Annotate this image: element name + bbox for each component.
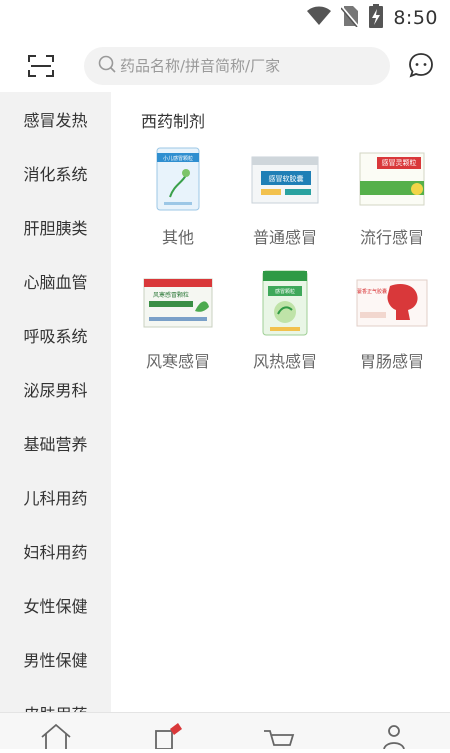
- category-sidebar: 感冒发热 消化系统 肝胆胰类 心脑血管 呼吸系统 泌尿男科 基础营养 儿科用药 …: [0, 92, 111, 712]
- cart-icon: [264, 730, 295, 746]
- product-item-wind-heat[interactable]: 感冒颗粒 风热感冒: [233, 268, 337, 372]
- battery-charging-icon: [369, 4, 384, 32]
- sidebar-item-womens-health[interactable]: 女性保健: [0, 578, 111, 632]
- product-label: 风热感冒: [252, 352, 317, 371]
- product-image: 感冒软胶囊: [233, 144, 337, 214]
- svg-text:小儿感冒颗粒: 小儿感冒颗粒: [163, 155, 193, 162]
- profile-icon: [383, 725, 405, 750]
- scan-button[interactable]: [26, 52, 56, 80]
- sidebar-item-urology[interactable]: 泌尿男科: [0, 362, 111, 416]
- header: [0, 38, 450, 92]
- product-image: 感冒灵颗粒: [340, 144, 444, 214]
- svg-text:感冒灵颗粒: 感冒灵颗粒: [382, 158, 417, 167]
- product-label: 风寒感冒: [145, 352, 210, 371]
- message-button[interactable]: [408, 52, 434, 78]
- product-label: 普通感冒: [252, 228, 317, 247]
- tab-home[interactable]: [36, 719, 76, 749]
- status-time: 8:50: [393, 7, 438, 29]
- sidebar-item-liver-gallbladder[interactable]: 肝胆胰类: [0, 200, 111, 254]
- product-label: 其他: [161, 228, 194, 247]
- tab-profile[interactable]: [374, 719, 414, 750]
- tab-cart[interactable]: [258, 719, 298, 749]
- sidebar-item-nutrition[interactable]: 基础营养: [0, 416, 111, 470]
- product-label: 胃肠感冒: [359, 352, 424, 371]
- svg-text:感冒软胶囊: 感冒软胶囊: [269, 174, 304, 183]
- status-bar: 8:50: [0, 0, 450, 36]
- product-image: 风寒感冒颗粒: [126, 268, 230, 338]
- product-item-flu[interactable]: 感冒灵颗粒 流行感冒: [340, 144, 444, 248]
- sidebar-item-cardio[interactable]: 心脑血管: [0, 254, 111, 308]
- home-icon: [41, 723, 71, 749]
- product-panel: 西药制剂 小儿感冒颗粒 其他 感冒软胶囊 普通感冒 感冒灵颗粒 流行感冒 风寒感…: [111, 92, 450, 712]
- no-sim-icon: [340, 5, 360, 31]
- product-item-wind-cold[interactable]: 风寒感冒颗粒 风寒感冒: [126, 268, 230, 372]
- section-title: 西药制剂: [141, 112, 206, 131]
- svg-text:感冒颗粒: 感冒颗粒: [275, 288, 295, 295]
- product-item-gastro-cold[interactable]: 藿香正气胶囊 胃肠感冒: [340, 268, 444, 372]
- search-icon: [98, 55, 116, 77]
- tab-category[interactable]: [148, 719, 188, 750]
- sidebar-item-gynecology[interactable]: 妇科用药: [0, 524, 111, 578]
- sidebar-item-digestive[interactable]: 消化系统: [0, 146, 111, 200]
- bottom-tab-bar: [0, 712, 450, 750]
- svg-text:藿香正气胶囊: 藿香正气胶囊: [357, 288, 387, 295]
- svg-text:风寒感冒颗粒: 风寒感冒颗粒: [153, 291, 189, 299]
- product-label: 流行感冒: [359, 228, 424, 247]
- product-image: 藿香正气胶囊: [340, 268, 444, 338]
- wifi-icon: [307, 6, 332, 30]
- sidebar-item-skin[interactable]: 皮肤用药: [0, 686, 111, 712]
- chat-bubble-icon: [409, 53, 433, 78]
- scan-icon: [28, 55, 54, 77]
- sidebar-item-cold-fever[interactable]: 感冒发热: [0, 92, 111, 146]
- sidebar-item-mens-health[interactable]: 男性保健: [0, 632, 111, 686]
- search-bar[interactable]: [84, 47, 390, 85]
- product-item-other[interactable]: 小儿感冒颗粒 其他: [126, 144, 230, 248]
- status-icons: 8:50: [307, 4, 438, 32]
- sidebar-item-respiratory[interactable]: 呼吸系统: [0, 308, 111, 362]
- sidebar-item-pediatric[interactable]: 儿科用药: [0, 470, 111, 524]
- search-input[interactable]: [120, 57, 370, 75]
- product-item-common-cold[interactable]: 感冒软胶囊 普通感冒: [233, 144, 337, 248]
- product-image: 小儿感冒颗粒: [126, 144, 230, 214]
- category-icon: [155, 723, 182, 750]
- product-image: 感冒颗粒: [233, 268, 337, 338]
